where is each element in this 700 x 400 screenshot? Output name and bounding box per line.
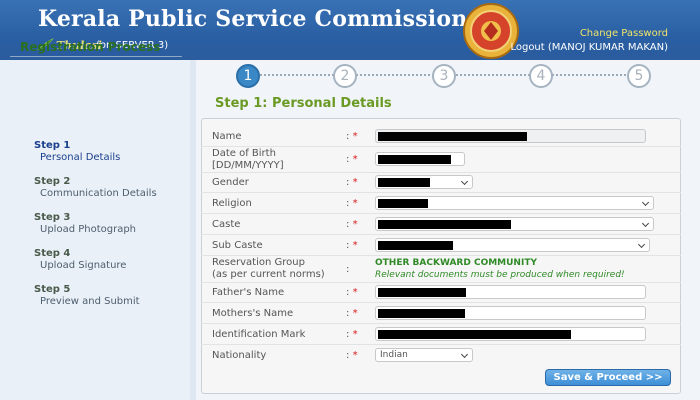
nationality-label: Nationality (212, 350, 267, 361)
row-divider (201, 323, 681, 324)
sidebar-step-1[interactable]: Step 1 Personal Details (34, 140, 120, 164)
redacted-value (378, 309, 465, 318)
row-divider (201, 192, 681, 193)
gender-label: Gender (212, 177, 249, 188)
row-divider (201, 146, 681, 147)
field-colon: : * (346, 154, 358, 165)
reservation-note: Relevant documents must be produced when… (375, 270, 625, 280)
row-divider (201, 172, 681, 173)
row-divider (201, 255, 681, 256)
save-proceed-button[interactable]: Save & Proceed >> (545, 369, 671, 386)
row-divider (201, 234, 681, 235)
sidebar-step-2[interactable]: Step 2 Communication Details (34, 176, 157, 200)
step-number: Step 1 (34, 140, 71, 151)
sidebar-step-5[interactable]: Step 5 Preview and Submit (34, 284, 140, 308)
caste-select[interactable] (375, 217, 654, 231)
change-password-link[interactable]: Change Password (580, 28, 668, 39)
dob-label: Date of Birth [DD/MM/YYYY] (212, 148, 284, 171)
row-divider (201, 282, 681, 283)
redacted-value (378, 288, 466, 297)
field-colon: : * (346, 177, 358, 188)
sidebar-step-3[interactable]: Step 3 Upload Photograph (34, 212, 136, 236)
row-divider (201, 213, 681, 214)
nationality-select[interactable]: Indian (375, 348, 473, 362)
nationality-value: Indian (380, 350, 408, 360)
redacted-value (378, 178, 430, 187)
mothers-name-field[interactable] (375, 306, 646, 320)
field-colon: : * (346, 308, 358, 319)
identification-mark-label: Identification Mark (212, 329, 306, 340)
identification-mark-field[interactable] (375, 327, 646, 341)
step-label: Upload Photograph (40, 224, 137, 235)
redacted-value (378, 155, 451, 164)
mothers-name-label: Mothers's Name (212, 308, 294, 319)
progress-step-3[interactable]: 3 (432, 64, 456, 88)
sub-caste-label: Sub Caste (212, 240, 263, 251)
step-number: Step 5 (34, 284, 71, 295)
name-field[interactable] (375, 129, 646, 143)
dob-field[interactable] (375, 152, 465, 166)
reservation-value: OTHER BACKWARD COMMUNITY (375, 258, 537, 268)
redacted-value (378, 199, 428, 208)
redacted-value (378, 132, 527, 141)
field-colon: : * (346, 198, 358, 209)
row-divider (201, 344, 681, 345)
step-number: Step 4 (34, 248, 71, 259)
fathers-name-label: Father's Name (212, 287, 285, 298)
field-colon: : * (346, 350, 358, 361)
fathers-name-field[interactable] (375, 285, 646, 299)
name-label: Name (212, 131, 242, 142)
religion-select[interactable] (375, 196, 654, 210)
sub-caste-select[interactable] (375, 238, 650, 252)
progress-step-2[interactable]: 2 (333, 64, 357, 88)
sidebar-step-4[interactable]: Step 4 Upload Signature (34, 248, 126, 272)
field-colon: : * (346, 219, 358, 230)
field-colon: : * (346, 329, 358, 340)
progress-step-4[interactable]: 4 (529, 64, 553, 88)
progress-step-1[interactable]: 1 (236, 64, 260, 88)
field-colon: : * (346, 131, 358, 142)
religion-label: Religion (212, 198, 252, 209)
step-label: Upload Signature (40, 260, 127, 271)
sidebar-title: Registration Process (20, 40, 161, 54)
step-number: Step 2 (34, 176, 71, 187)
redacted-value (378, 220, 511, 229)
app-title: Kerala Public Service Commission (38, 6, 468, 32)
page-title: Step 1: Personal Details (215, 96, 392, 111)
gender-select[interactable] (375, 175, 473, 189)
logout-link[interactable]: Logout (MANOJ KUMAR MAKAN) (510, 42, 668, 53)
step-label: Communication Details (40, 188, 157, 199)
redacted-value (378, 241, 453, 250)
step-number: Step 3 (34, 212, 71, 223)
field-colon: : * (346, 287, 358, 298)
row-divider (201, 302, 681, 303)
step-label: Preview and Submit (40, 296, 140, 307)
reservation-label: Reservation Group (as per current norms) (212, 257, 325, 280)
field-colon: : * (346, 240, 358, 251)
step-label: Personal Details (40, 152, 121, 163)
progress-step-5[interactable]: 5 (627, 64, 651, 88)
caste-label: Caste (212, 219, 241, 230)
redacted-value (378, 330, 571, 339)
sidebar-divider (10, 56, 182, 57)
field-colon: : (346, 264, 350, 275)
